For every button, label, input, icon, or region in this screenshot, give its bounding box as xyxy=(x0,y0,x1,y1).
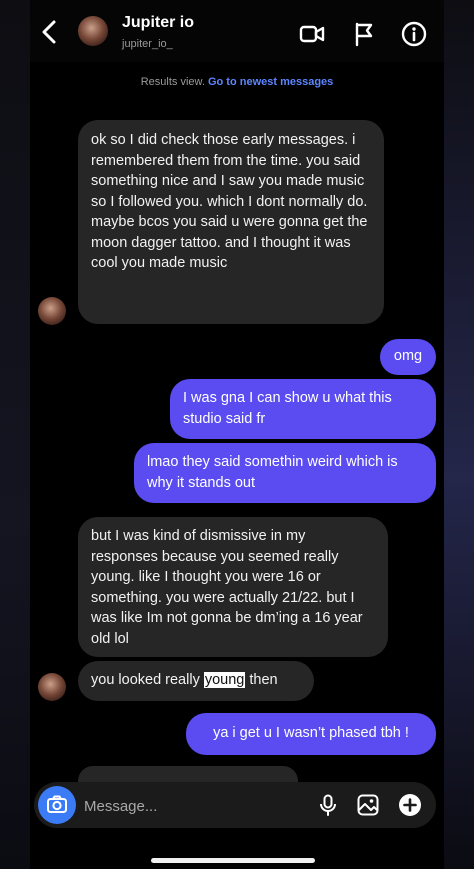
gallery-icon[interactable] xyxy=(356,793,380,817)
contact-username: jupiter_io_ xyxy=(122,38,173,50)
message-text: you looked really xyxy=(91,672,204,688)
video-call-icon[interactable] xyxy=(298,20,326,48)
message-composer xyxy=(34,782,436,830)
go-to-newest-link[interactable]: Go to newest messages xyxy=(208,76,333,88)
chat-header: Jupiter io jupiter_io_ xyxy=(30,0,444,62)
microphone-icon[interactable] xyxy=(316,793,340,817)
sent-message[interactable]: lmao they said somethin weird which is w… xyxy=(134,443,436,503)
flag-icon[interactable] xyxy=(350,20,378,48)
message-text: then xyxy=(245,672,278,688)
dm-screen: Jupiter io jupiter_io_ Results view. Go … xyxy=(30,0,444,869)
back-chevron-icon[interactable] xyxy=(38,18,62,46)
sent-message[interactable]: ya i get u I wasn’t phased tbh ! xyxy=(186,713,436,755)
results-view-bar: Results view. Go to newest messages xyxy=(30,76,444,88)
received-message[interactable]: you looked really young then xyxy=(78,661,314,701)
info-icon[interactable] xyxy=(400,20,428,48)
results-view-text: Results view. xyxy=(140,76,205,88)
home-indicator[interactable] xyxy=(151,858,315,863)
header-avatar[interactable] xyxy=(78,16,108,46)
sent-message[interactable]: I was gna I can show u what this studio … xyxy=(170,379,436,439)
phone-frame-right xyxy=(444,0,474,869)
camera-icon[interactable] xyxy=(38,786,76,824)
received-message[interactable]: but I was kind of dismissive in my respo… xyxy=(78,517,388,657)
received-message[interactable]: ok so I did check those early messages. … xyxy=(78,120,384,324)
search-highlight: young xyxy=(203,672,246,688)
plus-circle-icon[interactable] xyxy=(398,793,422,817)
phone-frame-left xyxy=(0,0,30,869)
sender-avatar[interactable] xyxy=(38,673,66,701)
contact-name[interactable]: Jupiter io xyxy=(122,14,194,32)
sent-message[interactable]: omg xyxy=(380,339,436,375)
sender-avatar[interactable] xyxy=(38,297,66,325)
message-input[interactable] xyxy=(82,782,286,830)
